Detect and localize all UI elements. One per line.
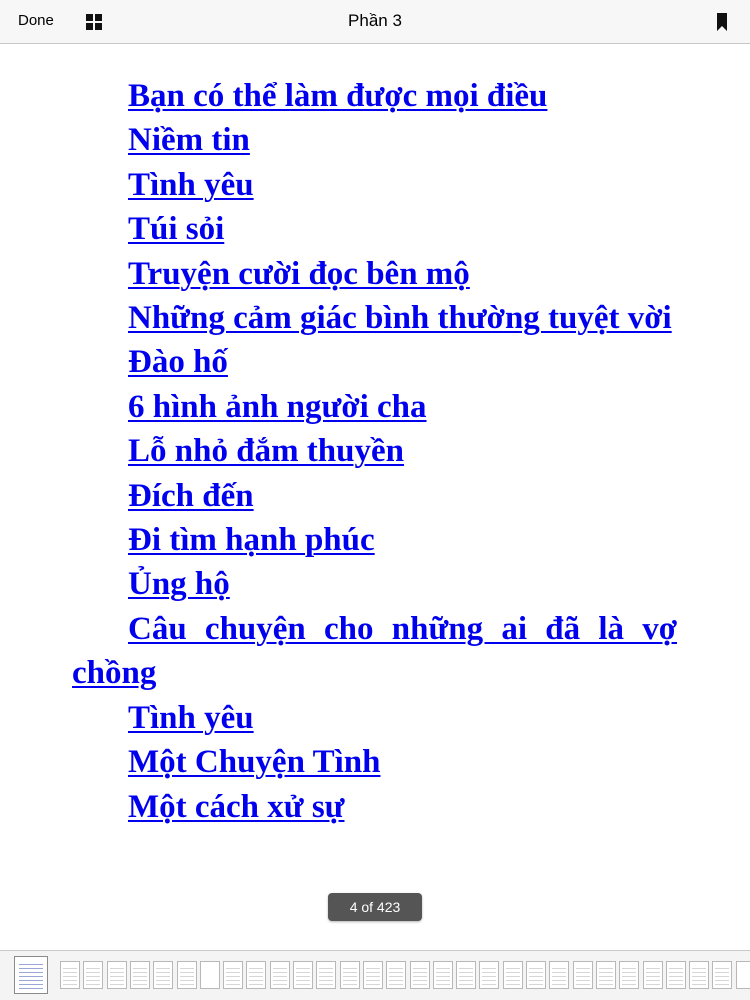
page-thumbnail[interactable] [689, 961, 710, 989]
toc-link[interactable]: Niềm tin [72, 118, 677, 162]
page-thumbnail[interactable] [712, 961, 733, 989]
toc-link[interactable]: Đích đến [72, 474, 677, 518]
toc-link[interactable]: Truyện cười đọc bên mộ [72, 252, 677, 296]
done-button[interactable]: Done [18, 12, 54, 29]
page-thumbnail[interactable] [479, 961, 500, 989]
toc-link[interactable]: 6 hình ảnh người cha [72, 385, 677, 429]
page-indicator: 4 of 423 [328, 893, 422, 921]
page-thumbnail[interactable] [665, 961, 686, 989]
page-thumbnail[interactable] [176, 961, 197, 989]
page-thumbnail-strip[interactable] [0, 950, 750, 1000]
bookmark-icon[interactable] [715, 13, 729, 31]
page-thumbnail[interactable] [269, 961, 290, 989]
page-thumbnail[interactable] [362, 961, 383, 989]
page-thumbnail[interactable] [246, 961, 267, 989]
document-page: Bạn có thể làm được mọi điều Niềm tin Tì… [0, 44, 750, 950]
toc-link[interactable]: Câu chuyện cho những ai đã là vợ chồng [72, 607, 677, 696]
top-toolbar: Done Phần 3 [0, 0, 750, 44]
page-thumbnail[interactable] [572, 961, 593, 989]
toc-link[interactable]: Một cách xử sự [72, 785, 677, 829]
page-thumbnail[interactable] [526, 961, 546, 989]
toc-link[interactable]: Tình yêu [72, 163, 677, 207]
page-thumbnail[interactable] [595, 961, 616, 989]
page-thumbnail[interactable] [502, 961, 523, 989]
page-thumbnail[interactable] [386, 961, 407, 989]
page-thumbnail[interactable] [316, 961, 337, 989]
page-thumbnail[interactable] [619, 961, 640, 989]
toc-link[interactable]: Đi tìm hạnh phúc [72, 518, 677, 562]
document-title: Phần 3 [348, 11, 402, 30]
toc-link[interactable]: Ủng hộ [72, 562, 677, 606]
table-of-contents: Bạn có thể làm được mọi điều Niềm tin Tì… [72, 74, 677, 829]
page-thumbnail[interactable] [432, 961, 453, 989]
page-thumbnail[interactable] [60, 961, 80, 989]
toc-link[interactable]: Lỗ nhỏ đắm thuyền [72, 429, 677, 473]
toc-link[interactable]: Những cảm giác bình thường tuyệt vời [72, 296, 677, 340]
page-thumbnail[interactable] [83, 961, 104, 989]
toc-link[interactable]: Túi sỏi [72, 207, 677, 251]
page-thumbnail[interactable] [293, 961, 313, 989]
page-thumbnail[interactable] [106, 961, 127, 989]
page-thumbnail[interactable] [223, 961, 244, 989]
toc-link[interactable]: Bạn có thể làm được mọi điều [72, 74, 677, 118]
toc-link[interactable]: Đào hố [72, 340, 677, 384]
grid-icon[interactable] [86, 14, 102, 30]
page-thumbnail[interactable] [735, 961, 750, 989]
page-thumbnail[interactable] [339, 961, 360, 989]
page-thumbnail[interactable] [456, 961, 477, 989]
page-thumbnail[interactable] [549, 961, 570, 989]
page-thumbnail[interactable] [642, 961, 663, 989]
page-thumbnail[interactable] [409, 961, 430, 989]
current-page-thumbnail[interactable] [14, 956, 48, 994]
page-thumbnail[interactable] [129, 961, 150, 989]
page-thumbnail[interactable] [199, 961, 220, 989]
toc-link[interactable]: Tình yêu [72, 696, 677, 740]
toc-link[interactable]: Một Chuyện Tình [72, 740, 677, 784]
page-thumbnail[interactable] [153, 961, 174, 989]
